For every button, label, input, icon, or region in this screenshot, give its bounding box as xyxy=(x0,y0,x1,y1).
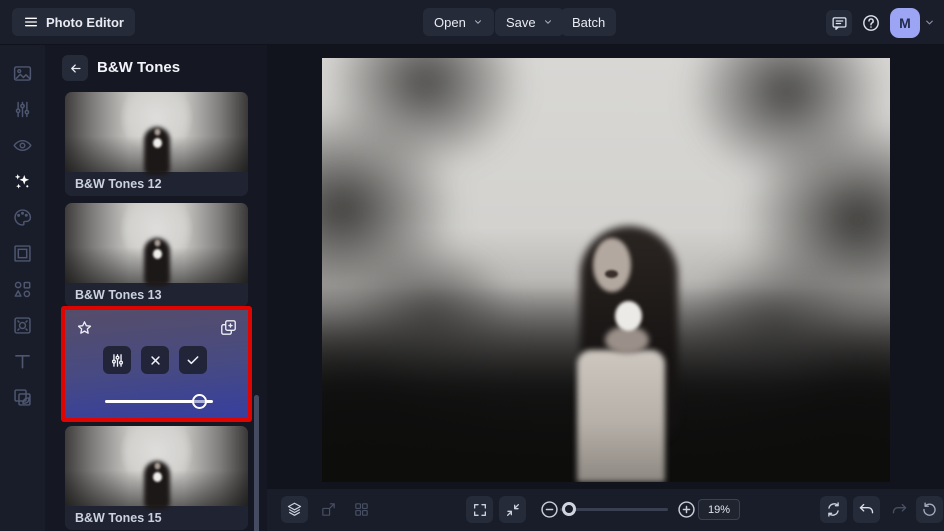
text-icon xyxy=(15,354,30,369)
sidebar-item-graphics[interactable] xyxy=(12,279,33,300)
reset-history-button[interactable] xyxy=(916,496,943,523)
sidebar-item-image-manager[interactable] xyxy=(12,63,33,84)
bottom-toolbar: 19% xyxy=(267,489,944,531)
zoom-slider-track xyxy=(560,508,668,511)
panel-scrollbar[interactable] xyxy=(254,395,259,531)
redo-icon xyxy=(892,503,907,514)
grid-icon xyxy=(355,503,368,516)
check-icon xyxy=(187,356,199,365)
account-chevron-down-icon[interactable] xyxy=(924,17,935,28)
batch-button[interactable]: Batch xyxy=(561,8,617,36)
help-button[interactable] xyxy=(858,10,884,36)
sidebar-item-edit[interactable] xyxy=(12,99,33,120)
app-title: Photo Editor xyxy=(46,14,124,30)
zoom-out-icon xyxy=(541,501,558,518)
photo-girl-dress xyxy=(577,350,665,482)
zoom-out-button[interactable] xyxy=(536,496,563,523)
effect-card-label: B&W Tones 12 xyxy=(65,172,248,196)
sidebar-item-touch-up[interactable] xyxy=(12,135,33,156)
zoom-level-display[interactable]: 19% xyxy=(698,499,740,520)
fullscreen-icon xyxy=(473,503,486,516)
open-button[interactable]: Open xyxy=(423,8,494,36)
feedback-chat-button[interactable] xyxy=(826,10,852,36)
effect-card-bw-tones-13[interactable]: B&W Tones 13 xyxy=(65,203,248,307)
effect-card-bw-tones-15[interactable]: B&W Tones 15 xyxy=(65,426,248,530)
sidebar-item-textures[interactable] xyxy=(12,387,33,408)
fit-to-screen-button[interactable] xyxy=(499,496,526,523)
overlay-icon xyxy=(14,317,31,334)
highlighted-effect-card[interactable] xyxy=(61,306,252,422)
undo-icon xyxy=(859,503,874,514)
zoom-in-button[interactable] xyxy=(673,496,700,523)
frame-icon xyxy=(14,245,31,262)
canvas-area xyxy=(267,45,944,489)
photo-editor-app: Photo Editor Open Save Batch M B&W Tones… xyxy=(0,0,944,531)
panel-title: B&W Tones xyxy=(97,59,181,76)
sidebar-item-artsy[interactable] xyxy=(12,207,33,228)
chevron-down-icon xyxy=(474,20,481,24)
zoom-slider[interactable] xyxy=(560,502,668,517)
chevron-down-icon xyxy=(544,20,551,24)
sidebar-item-frames[interactable] xyxy=(12,243,33,264)
fullscreen-button[interactable] xyxy=(466,496,493,523)
adjust-sliders-icon xyxy=(15,101,30,118)
grid-view-button[interactable] xyxy=(348,496,375,523)
copy-settings-icon[interactable] xyxy=(219,318,238,337)
image-icon xyxy=(13,66,32,81)
effects-panel: B&W Tones B&W Tones 12 B&W Tones 13 B&W … xyxy=(45,45,267,531)
sparkles-icon xyxy=(14,174,30,189)
fit-screen-icon xyxy=(506,503,519,516)
effect-thumbnail xyxy=(65,92,248,172)
effect-card-label: B&W Tones 15 xyxy=(65,506,248,530)
chat-icon xyxy=(831,16,847,30)
photo-girl-mouth xyxy=(605,270,618,278)
transform-button[interactable] xyxy=(315,496,342,523)
tool-rail xyxy=(0,45,45,531)
user-avatar[interactable]: M xyxy=(890,8,920,38)
photo-girl-face xyxy=(593,238,631,292)
transform-icon xyxy=(322,503,335,516)
adjust-settings-button[interactable] xyxy=(103,346,131,374)
x-icon xyxy=(150,355,160,365)
topbar: Photo Editor Open Save Batch M xyxy=(0,0,944,45)
effect-thumbnail xyxy=(65,426,248,506)
textures-icon xyxy=(14,389,31,406)
zoom-slider-handle[interactable] xyxy=(561,502,576,516)
help-icon xyxy=(863,15,879,31)
eye-icon xyxy=(13,139,32,152)
sidebar-item-overlays[interactable] xyxy=(12,315,33,336)
sidebar-item-effects[interactable] xyxy=(12,171,33,192)
back-arrow-icon xyxy=(70,63,81,73)
canvas-image[interactable] xyxy=(322,58,890,482)
history-icon xyxy=(923,502,936,516)
main-menu-button[interactable]: Photo Editor xyxy=(12,8,135,36)
shapes-icon xyxy=(14,281,31,298)
favorite-star-icon[interactable] xyxy=(75,319,94,338)
layers-icon xyxy=(287,502,302,516)
compare-refresh-button[interactable] xyxy=(820,496,847,523)
layers-button[interactable] xyxy=(281,496,308,523)
undo-button[interactable] xyxy=(853,496,880,523)
effect-strength-slider[interactable] xyxy=(105,394,213,409)
strength-slider-handle[interactable] xyxy=(192,394,208,409)
effect-card-label: B&W Tones 13 xyxy=(65,283,248,307)
palette-icon xyxy=(14,209,32,226)
save-button[interactable]: Save xyxy=(495,8,564,36)
back-button[interactable] xyxy=(62,55,88,81)
effect-card-bw-tones-12[interactable]: B&W Tones 12 xyxy=(65,92,248,196)
photo-flower xyxy=(615,301,642,331)
adjust-sliders-icon xyxy=(111,353,123,367)
zoom-in-icon xyxy=(678,501,695,518)
hamburger-icon xyxy=(25,17,37,27)
apply-effect-button[interactable] xyxy=(179,346,207,374)
refresh-icon xyxy=(828,502,839,517)
cancel-effect-button[interactable] xyxy=(141,346,169,374)
effect-thumbnail xyxy=(65,203,248,283)
redo-button[interactable] xyxy=(886,496,913,523)
sidebar-item-text[interactable] xyxy=(12,351,33,372)
